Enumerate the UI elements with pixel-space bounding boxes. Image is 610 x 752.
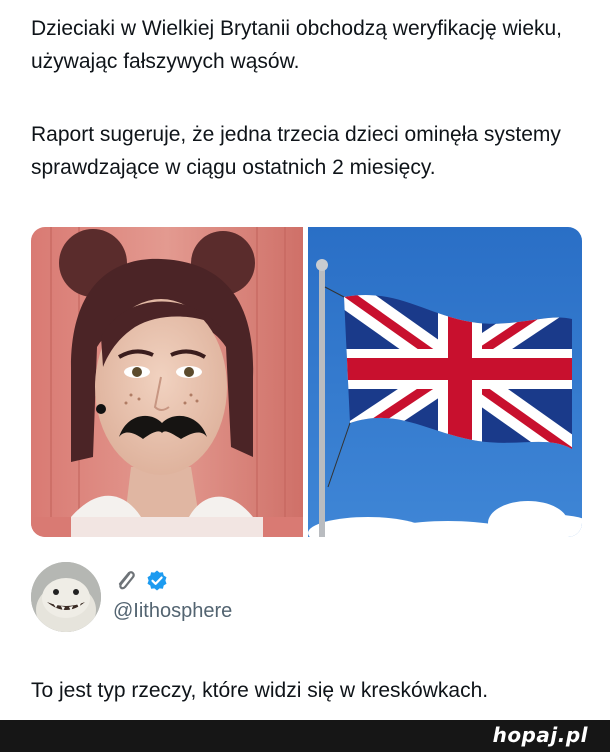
media-image-girl-moustache[interactable] — [31, 227, 303, 537]
paperclip-icon — [113, 568, 139, 594]
post-card: Dzieciaki w Wielkiej Brytanii obchodzą w… — [0, 0, 610, 720]
girl-moustache-photo — [31, 227, 303, 537]
site-logo[interactable]: hopaj.pl — [493, 723, 588, 747]
media-grid — [31, 227, 582, 537]
verified-badge-icon — [145, 569, 169, 593]
reply-text: To jest typ rzeczy, które widzi się w kr… — [31, 679, 489, 702]
badges — [113, 568, 169, 594]
post-headline: Dzieciaki w Wielkiej Brytanii obchodzą w… — [31, 17, 563, 73]
reply-author: @Iithosphere — [31, 562, 591, 632]
user-handle[interactable]: @Iithosphere — [113, 600, 232, 623]
post-body: Raport sugeruje, że jedna trzecia dzieci… — [31, 123, 561, 179]
union-jack-photo — [308, 227, 582, 537]
footer-bar: hopaj.pl — [0, 720, 610, 752]
avatar[interactable] — [31, 562, 101, 632]
avatar-icon — [31, 562, 101, 632]
media-image-union-jack[interactable] — [308, 227, 582, 537]
